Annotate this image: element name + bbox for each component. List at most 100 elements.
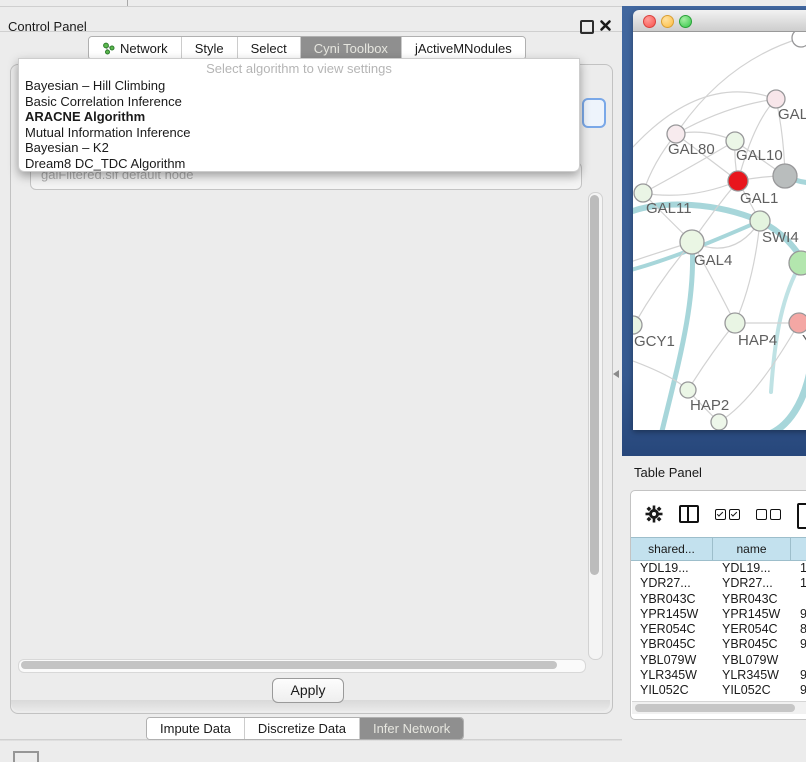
settings-horizontal-scrollbar[interactable] bbox=[18, 659, 586, 673]
table-horizontal-scrollbar[interactable] bbox=[632, 701, 806, 714]
table-cell: YPR145W bbox=[713, 607, 791, 622]
tab-discretize-data[interactable]: Discretize Data bbox=[245, 718, 360, 739]
tab-label: Network bbox=[120, 41, 168, 56]
network-node[interactable] bbox=[728, 171, 748, 191]
close-icon[interactable] bbox=[599, 19, 612, 32]
table-cell: YDL19... bbox=[713, 561, 791, 576]
table-cell: YER054C bbox=[713, 622, 791, 637]
network-node[interactable] bbox=[725, 313, 745, 333]
network-node[interactable] bbox=[711, 414, 727, 430]
network-node[interactable] bbox=[750, 211, 770, 231]
table-cell: YLR345W bbox=[631, 668, 713, 683]
panel-splitter-arrow[interactable] bbox=[613, 370, 619, 378]
table-cell bbox=[791, 653, 806, 668]
dropdown-item[interactable]: Basic Correlation Inference bbox=[19, 94, 579, 110]
table-cell: YER054C bbox=[631, 622, 713, 637]
table-row[interactable]: YDR27...YDR27...12 bbox=[631, 576, 806, 591]
zoom-traffic-light[interactable] bbox=[679, 15, 692, 28]
dropdown-item[interactable]: Bayesian – Hill Climbing bbox=[19, 78, 579, 94]
table-cell: 13 bbox=[791, 561, 806, 576]
close-traffic-light[interactable] bbox=[643, 15, 656, 28]
gear-icon[interactable] bbox=[645, 505, 663, 523]
tab-infer-network[interactable]: Infer Network bbox=[360, 718, 463, 739]
table-cell: YBR045C bbox=[631, 637, 713, 652]
table-cell: YDR27... bbox=[631, 576, 713, 591]
panel-title: Control Panel bbox=[8, 19, 87, 34]
tab-impute-data[interactable]: Impute Data bbox=[147, 718, 245, 739]
table-row[interactable]: YER054CYER054C8. bbox=[631, 622, 806, 637]
table-cell: YBR043C bbox=[631, 592, 713, 607]
network-node[interactable] bbox=[680, 382, 696, 398]
tab-label: Discretize Data bbox=[258, 721, 346, 736]
tab-network[interactable]: Network bbox=[89, 37, 182, 59]
node-label: Y bbox=[802, 332, 806, 349]
network-window[interactable]: GALGAL80GAL10GAL1GAL11SWI4GAL4GCY1HAP4YH… bbox=[633, 10, 806, 430]
table-panel-title: Table Panel bbox=[634, 465, 702, 480]
table-cell: YIL052C bbox=[713, 683, 791, 698]
node-label: GAL4 bbox=[694, 252, 732, 269]
table-cell: YBL079W bbox=[713, 653, 791, 668]
control-panel-titlebar: Control Panel bbox=[0, 7, 622, 32]
table-row[interactable]: YLR345WYLR345W9. bbox=[631, 668, 806, 683]
table-row[interactable]: YBR043CYBR043C bbox=[631, 592, 806, 607]
table-header-row: shared...name bbox=[631, 537, 806, 561]
table-toolbar bbox=[631, 491, 806, 537]
network-canvas[interactable]: GALGAL80GAL10GAL1GAL11SWI4GAL4GCY1HAP4YH… bbox=[633, 32, 806, 430]
table-row[interactable]: YBL079WYBL079W bbox=[631, 653, 806, 668]
tab-cyni-toolbox[interactable]: Cyni Toolbox bbox=[301, 37, 402, 59]
column-header[interactable]: shared... bbox=[631, 537, 713, 561]
float-window-icon[interactable] bbox=[580, 20, 594, 34]
inference-algorithm-combo-fragment[interactable] bbox=[582, 98, 606, 128]
minimized-panel-icon[interactable] bbox=[13, 751, 39, 762]
tab-select[interactable]: Select bbox=[238, 37, 301, 59]
select-all-checks-icon[interactable] bbox=[715, 509, 740, 520]
network-edge[interactable] bbox=[676, 99, 776, 134]
table-cell: YLR345W bbox=[713, 668, 791, 683]
deselect-all-checks-icon[interactable] bbox=[756, 509, 781, 520]
dropdown-item[interactable]: Mutual Information Inference bbox=[19, 125, 579, 141]
table-cell: YPR145W bbox=[631, 607, 713, 622]
table-row[interactable]: YBR045CYBR045C9. bbox=[631, 637, 806, 652]
node-label: GAL80 bbox=[668, 141, 715, 158]
tab-label: Cyni Toolbox bbox=[314, 41, 388, 56]
network-icon bbox=[102, 42, 115, 55]
column-header[interactable]: name bbox=[713, 537, 791, 561]
dropdown-item[interactable]: Bayesian – K2 bbox=[19, 140, 579, 156]
node-label: GCY1 bbox=[634, 333, 675, 350]
network-node[interactable] bbox=[680, 230, 704, 254]
table-row[interactable]: YIL052CYIL052C9 bbox=[631, 683, 806, 698]
network-node[interactable] bbox=[789, 251, 806, 275]
node-label: GAL11 bbox=[646, 200, 692, 217]
network-node[interactable] bbox=[789, 313, 806, 333]
table-cell: 8. bbox=[791, 622, 806, 637]
network-window-titlebar[interactable] bbox=[633, 10, 806, 32]
column-header[interactable] bbox=[791, 537, 806, 561]
node-label: GAL1 bbox=[740, 190, 778, 207]
table-cell: 9. bbox=[791, 637, 806, 652]
network-node[interactable] bbox=[773, 164, 797, 188]
table-cell: 9. bbox=[791, 607, 806, 622]
network-edge[interactable] bbox=[688, 323, 735, 390]
document-icon[interactable] bbox=[797, 503, 806, 529]
columns-icon[interactable] bbox=[679, 505, 699, 523]
network-edge[interactable] bbox=[643, 181, 738, 195]
dropdown-item[interactable]: Dream8 DC_TDC Algorithm bbox=[19, 156, 579, 172]
table-cell: 12 bbox=[791, 576, 806, 591]
table-row[interactable]: YDL19...YDL19...13 bbox=[631, 561, 806, 576]
settings-vertical-scrollbar[interactable] bbox=[588, 192, 603, 660]
dropdown-item[interactable]: ARACNE Algorithm bbox=[19, 109, 579, 125]
tab-jactivemnodules[interactable]: jActiveMNodules bbox=[402, 37, 525, 59]
table-row[interactable]: YPR145WYPR145W9. bbox=[631, 607, 806, 622]
table-cell: YDR27... bbox=[713, 576, 791, 591]
minimize-traffic-light[interactable] bbox=[661, 15, 674, 28]
table-cell: YBR043C bbox=[713, 592, 791, 607]
network-node[interactable] bbox=[792, 32, 806, 47]
tab-label: Style bbox=[195, 41, 224, 56]
apply-button[interactable]: Apply bbox=[272, 678, 344, 703]
tab-style[interactable]: Style bbox=[182, 37, 238, 59]
app-root: Control Panel Network Style Select Cyni … bbox=[0, 0, 806, 762]
table-cell: YIL052C bbox=[631, 683, 713, 698]
bottom-tabbar: Impute Data Discretize Data Infer Networ… bbox=[146, 717, 464, 740]
network-node[interactable] bbox=[633, 316, 642, 334]
node-label: HAP2 bbox=[690, 397, 729, 414]
